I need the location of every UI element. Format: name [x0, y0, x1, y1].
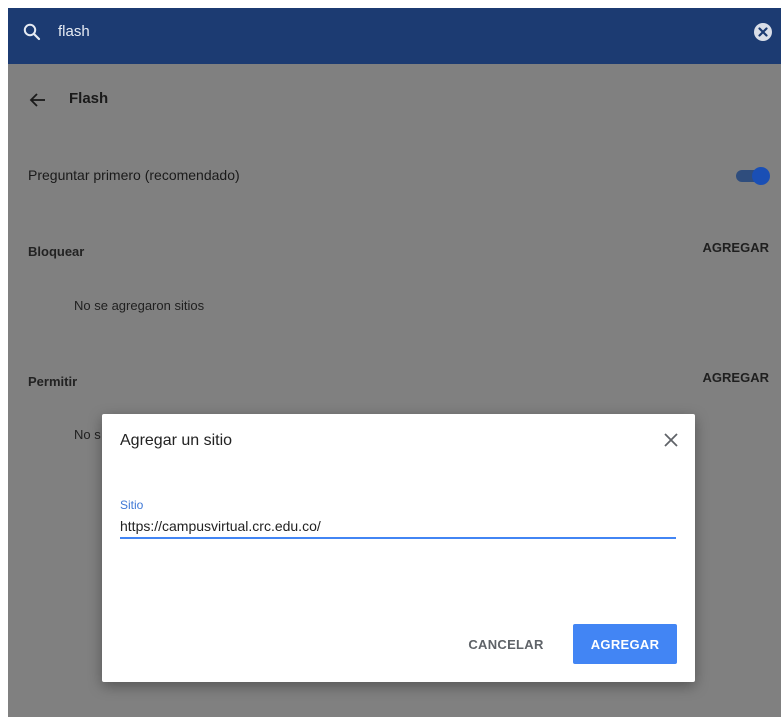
allow-section-label: Permitir — [28, 374, 78, 389]
back-arrow-icon[interactable] — [28, 90, 48, 110]
ask-first-toggle[interactable] — [734, 166, 770, 186]
dialog-title: Agregar un sitio — [120, 432, 233, 449]
search-icon — [23, 23, 41, 41]
block-add-button[interactable]: AGREGAR — [703, 240, 769, 255]
toggle-knob — [752, 167, 770, 185]
block-empty-text: No se agregaron sitios — [74, 298, 205, 313]
allow-add-button[interactable]: AGREGAR — [703, 370, 769, 385]
allow-empty-text: No s — [74, 427, 101, 442]
block-section-label: Bloquear — [28, 244, 85, 259]
search-bar: flash — [8, 8, 781, 64]
clear-icon[interactable] — [753, 22, 773, 42]
add-site-dialog: Agregar un sitio Sitio CANCELAR AGREGAR — [102, 414, 695, 682]
ask-first-label: Preguntar primero (recomendado) — [28, 167, 240, 183]
site-field-label: Sitio — [120, 498, 144, 512]
cancel-button[interactable]: CANCELAR — [456, 624, 556, 664]
page-title: Flash — [69, 90, 109, 107]
add-button[interactable]: AGREGAR — [573, 624, 677, 664]
site-input[interactable] — [120, 515, 676, 539]
settings-window: flash Flash Preguntar primero (recomenda… — [8, 8, 781, 717]
close-icon[interactable] — [663, 432, 679, 448]
search-input[interactable]: flash — [58, 22, 90, 42]
